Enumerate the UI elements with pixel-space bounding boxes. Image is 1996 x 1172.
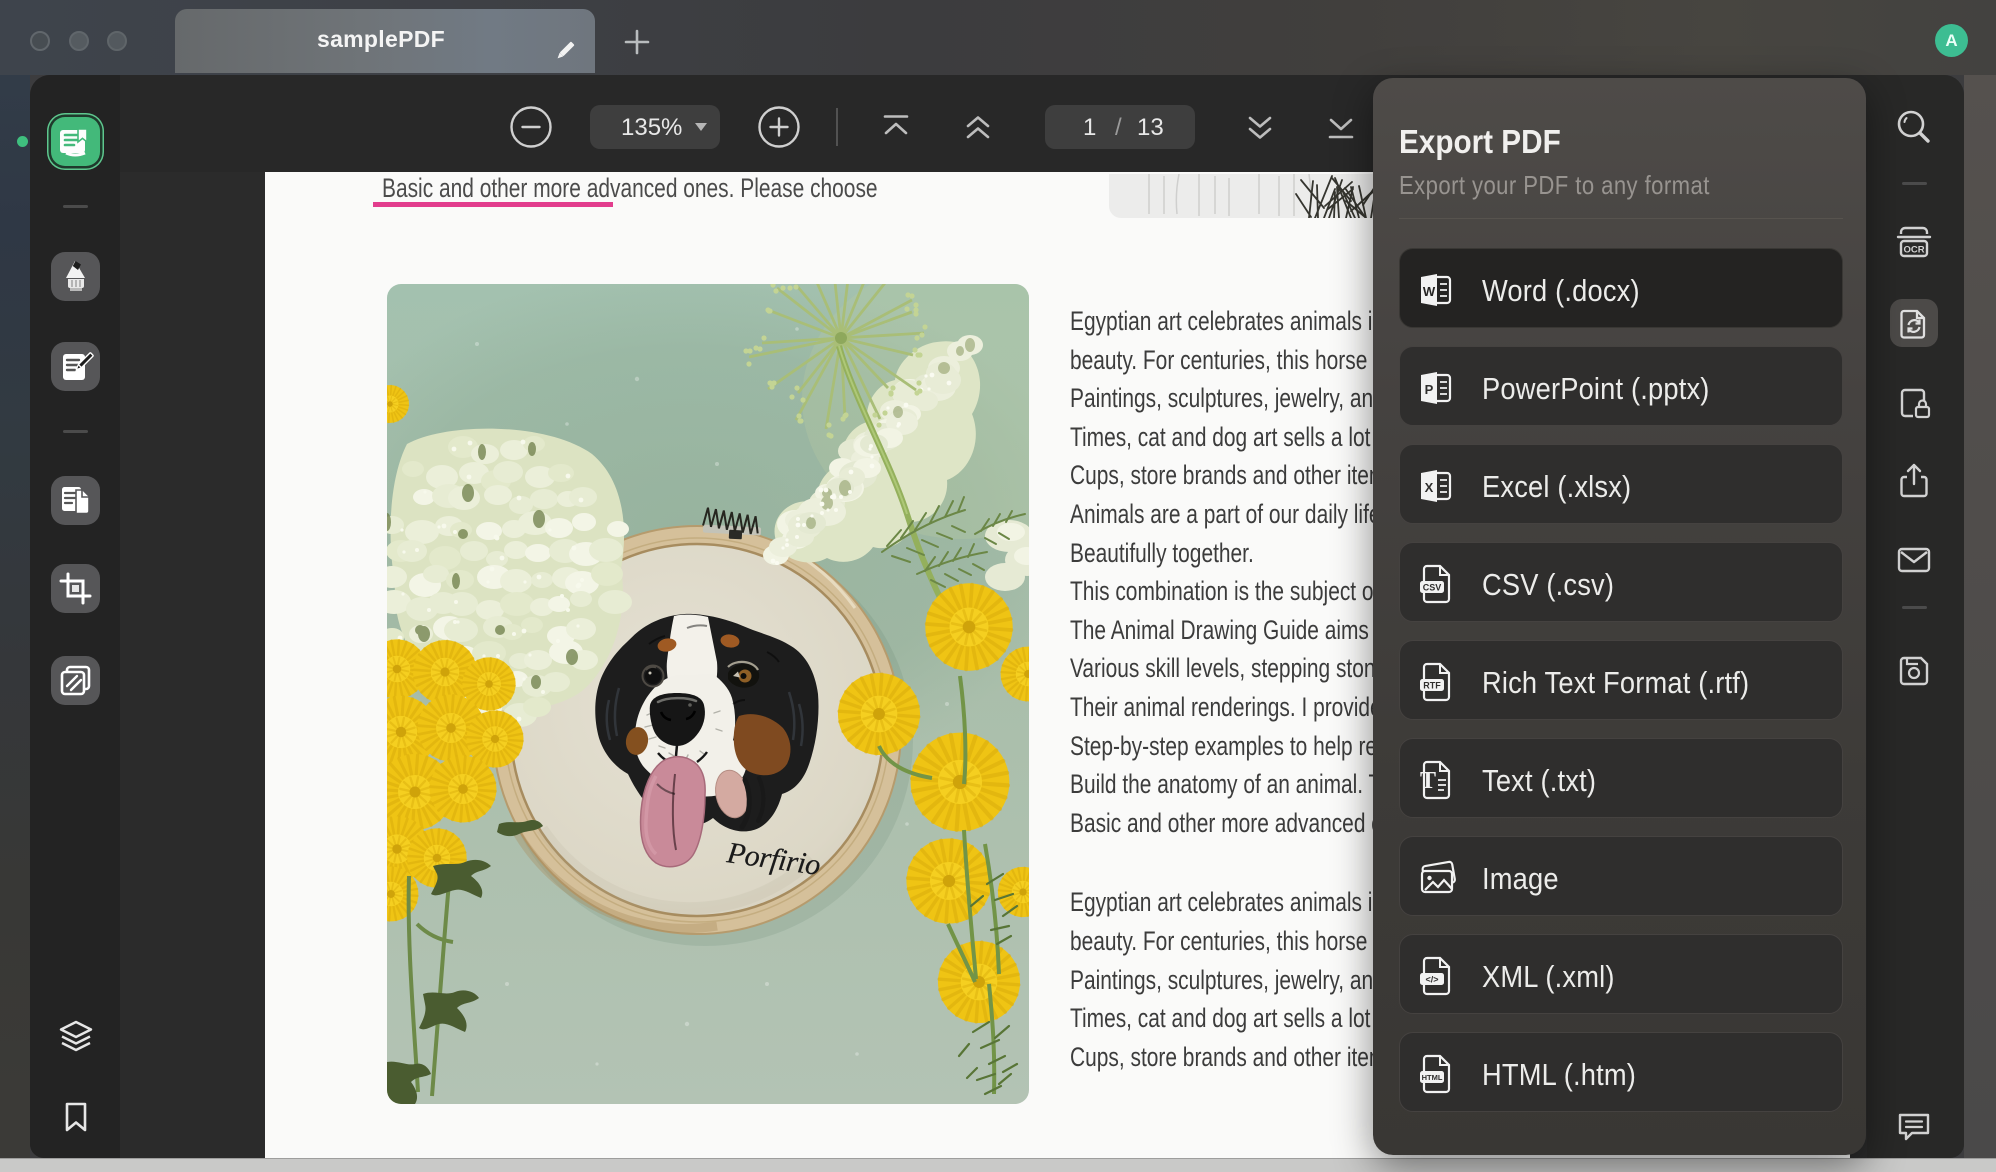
svg-text:T: T (1420, 768, 1436, 794)
svg-text:</>: </> (1425, 975, 1438, 985)
svg-text:W: W (1423, 284, 1436, 299)
svg-text:CSV: CSV (1423, 583, 1442, 593)
svg-text:X: X (1425, 480, 1434, 495)
svg-text:HTML: HTML (1422, 1073, 1443, 1082)
svg-text:P: P (1425, 382, 1434, 397)
svg-text:RTF: RTF (1423, 681, 1441, 691)
svg-text:OCR: OCR (1903, 245, 1924, 256)
